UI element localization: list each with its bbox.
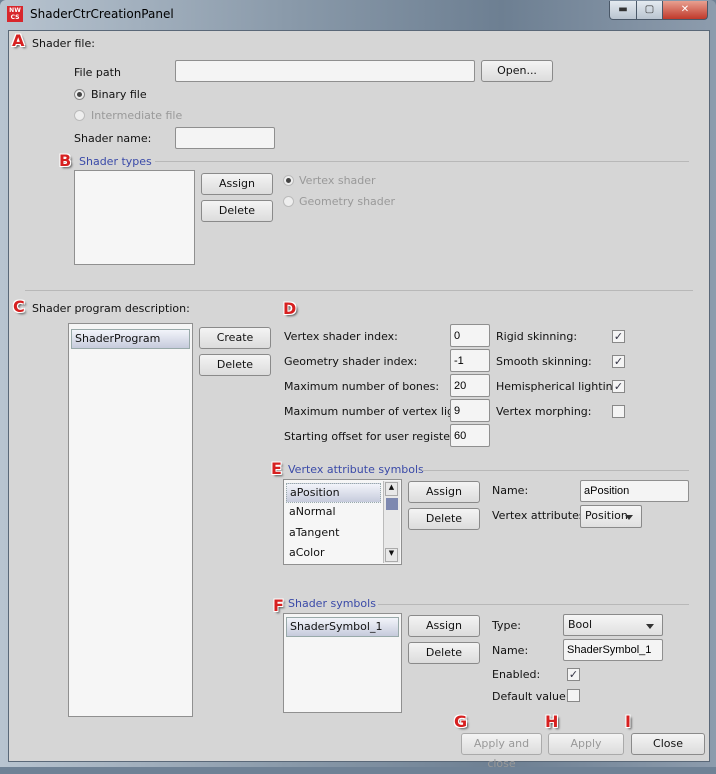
vertex-shader-radio[interactable] [283,175,294,186]
minimize-icon: ▬ [618,4,628,15]
enabled-checkbox[interactable]: ✓ [567,668,580,681]
intermediate-file-label: Intermediate file [91,109,183,122]
intermediate-file-radio[interactable] [74,110,85,121]
list-item[interactable]: aColor [286,544,381,562]
scrollbar[interactable]: ▲ ▼ [383,481,400,563]
app-logo: NW CS [7,6,23,22]
divider [155,161,689,162]
type-label: Type: [492,619,521,632]
vertex-attr-name-label: Name: [492,484,529,497]
scroll-thumb[interactable] [386,498,398,510]
geometry-shader-radio[interactable] [283,196,294,207]
divider [378,604,689,605]
scroll-up-arrow-icon[interactable]: ▲ [385,482,398,496]
shader-types-delete-button[interactable]: Delete [201,200,273,222]
flag-checkbox[interactable]: ✓ [612,355,625,368]
shader-types-group-label: Shader types [79,155,152,168]
param-label: Maximum number of bones: [284,380,440,393]
divider [422,470,689,471]
close-button[interactable]: Close [631,733,705,755]
scroll-down-arrow-icon[interactable]: ▼ [385,548,398,562]
shader-symbols-group-label: Shader symbols [288,597,376,610]
callout-e: E [271,459,282,478]
shader-types-assign-button[interactable]: Assign [201,173,273,195]
callout-i: I [625,712,631,731]
dropdown-value: Position [585,509,628,522]
callout-g: G [454,712,468,731]
callout-h: H [545,712,559,731]
maximize-icon: ▢ [644,4,655,15]
shader-types-list[interactable] [74,170,195,265]
param-label: Vertex shader index: [284,330,398,343]
list-item[interactable]: aPosition [286,483,381,503]
divider [25,290,693,291]
list-item[interactable]: aNormal [286,503,381,521]
program-create-button[interactable]: Create [199,327,271,349]
param-input[interactable] [450,399,490,422]
flag-label: Vertex morphing: [496,405,592,418]
callout-d: D [283,299,297,318]
flag-checkbox[interactable]: ✓ [612,330,625,343]
close-icon: ✕ [680,4,690,15]
apply-and-close-button[interactable]: Apply and close [461,733,542,770]
list-item[interactable]: ShaderSymbol_1 [286,617,399,637]
param-label: Maximum number of vertex lights: [284,405,475,418]
symbol-name-input[interactable] [563,639,663,661]
flag-checkbox[interactable] [612,405,625,418]
binary-file-label: Binary file [91,88,147,101]
vertex-shader-label: Vertex shader [299,174,376,187]
file-path-label: File path [74,66,121,79]
file-path-input[interactable] [175,60,475,82]
window-title: ShaderCtrCreationPanel [30,7,174,21]
vertex-attr-group-label: Vertex attribute symbols [288,463,424,476]
shader-program-list[interactable]: ShaderProgram [68,323,193,717]
enabled-label: Enabled: [492,668,541,681]
close-window-button[interactable]: ✕ [662,1,708,20]
default-value-checkbox[interactable] [567,689,580,702]
geometry-shader-label: Geometry shader [299,195,396,208]
vertex-attr-delete-button[interactable]: Delete [408,508,480,530]
flag-label: Rigid skinning: [496,330,578,343]
flag-label: Smooth skinning: [496,355,592,368]
param-input[interactable] [450,349,490,372]
callout-a: A [12,31,25,50]
shader-file-label: Shader file: [32,37,95,50]
param-input[interactable] [450,374,490,397]
minimize-button[interactable]: ▬ [609,1,637,20]
open-button[interactable]: Open... [481,60,553,82]
list-item[interactable]: aTangent [286,524,381,542]
shader-symbols-assign-button[interactable]: Assign [408,615,480,637]
callout-f: F [273,596,284,615]
param-label: Geometry shader index: [284,355,418,368]
default-value-label: Default value: [492,690,570,703]
list-item[interactable]: ShaderProgram [71,329,190,349]
shader-name-label: Shader name: [74,132,152,145]
flag-checkbox[interactable]: ✓ [612,380,625,393]
vertex-attributes-dropdown[interactable]: Position [580,505,642,528]
callout-c: C [13,297,25,316]
shader-symbols-delete-button[interactable]: Delete [408,642,480,664]
flag-label: Hemispherical lighting: [496,380,624,393]
vertex-attributes-label: Vertex attributes: [492,509,589,522]
param-input[interactable] [450,324,490,347]
callout-b: B [59,151,72,170]
shader-name-input[interactable] [175,127,275,149]
type-dropdown[interactable]: Bool [563,614,663,636]
shader-symbols-list[interactable]: ShaderSymbol_1 [283,613,402,713]
vertex-attr-name-input[interactable] [580,480,689,502]
maximize-button[interactable]: ▢ [636,1,663,20]
param-input[interactable] [450,424,490,447]
vertex-attr-list[interactable]: aPosition aNormal aTangent aColor ▲ ▼ [283,479,402,565]
dropdown-value: Bool [568,618,593,631]
apply-button[interactable]: Apply [548,733,624,755]
vertex-attr-assign-button[interactable]: Assign [408,481,480,503]
binary-file-radio[interactable] [74,89,85,100]
program-description-label: Shader program description: [32,302,190,315]
param-label: Starting offset for user registers [284,430,461,443]
symbol-name-label: Name: [492,644,529,657]
program-delete-button[interactable]: Delete [199,354,271,376]
